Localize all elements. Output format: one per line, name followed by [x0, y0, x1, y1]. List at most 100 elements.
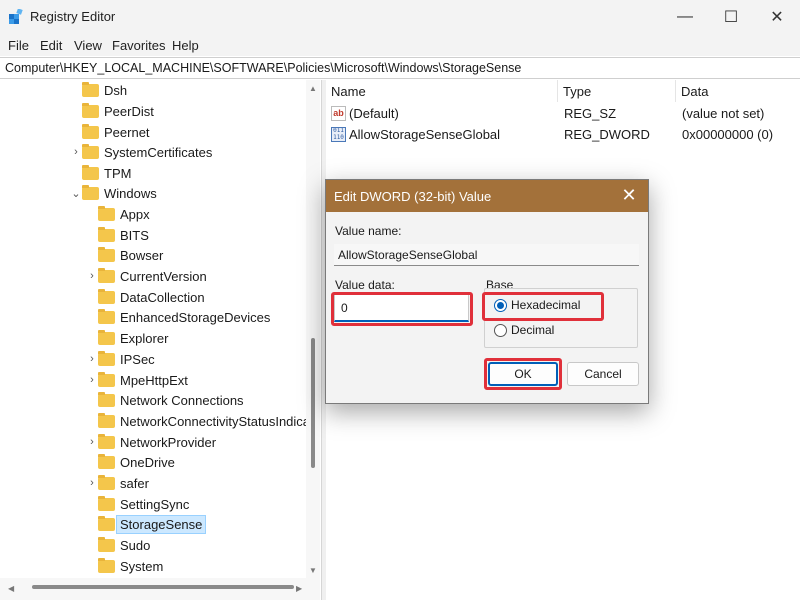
folder-open-icon	[82, 184, 99, 200]
folder-icon	[98, 474, 115, 490]
tree-item-sudo[interactable]: Sudo	[98, 535, 150, 555]
dialog-title: Edit DWORD (32-bit) Value	[334, 189, 492, 204]
column-header-type[interactable]: Type	[559, 80, 676, 102]
tree-item-peernet[interactable]: Peernet	[82, 122, 150, 142]
folder-icon	[98, 391, 115, 407]
folder-icon	[82, 102, 99, 118]
folder-icon	[98, 433, 115, 449]
tree-horizontal-scroll-thumb[interactable]	[32, 585, 294, 589]
tree-horizontal-scrollbar[interactable]	[0, 578, 320, 600]
tree-item-datacollection[interactable]: DataCollection	[98, 287, 205, 307]
chevron-right-icon[interactable]: ›	[86, 266, 98, 286]
tree-item-currentversion[interactable]: CurrentVersion	[98, 266, 207, 286]
scroll-left-icon[interactable]: ◀	[8, 584, 14, 593]
folder-icon	[98, 246, 115, 262]
scroll-right-icon[interactable]: ▶	[296, 584, 302, 593]
cancel-button[interactable]: Cancel	[567, 362, 639, 386]
tree-item-explorer[interactable]: Explorer	[98, 328, 168, 348]
value-name: (Default)	[349, 106, 399, 121]
minimize-icon: —	[677, 8, 693, 25]
folder-icon	[98, 329, 115, 345]
chevron-right-icon[interactable]: ›	[86, 473, 98, 493]
chevron-right-icon[interactable]: ›	[86, 432, 98, 452]
tree-vertical-scrollbar[interactable]	[306, 80, 320, 578]
highlight-box-hexadecimal	[482, 292, 604, 321]
tree-item-bits[interactable]: BITS	[98, 225, 149, 245]
chevron-down-icon[interactable]: ⌄	[70, 183, 82, 203]
close-icon: ✕	[770, 9, 784, 26]
folder-icon	[98, 371, 115, 387]
tree-item-dsh[interactable]: Dsh	[82, 80, 127, 100]
tree-item-appx[interactable]: Appx	[98, 204, 150, 224]
tree-item-enhancedstoragedevices[interactable]: EnhancedStorageDevices	[98, 307, 270, 327]
column-header-name[interactable]: Name	[327, 80, 558, 102]
menu-bar: File Edit View Favorites Help	[0, 34, 800, 56]
tree-item-windows[interactable]: Windows	[82, 183, 157, 203]
close-button[interactable]: ✕	[754, 0, 800, 34]
highlight-box-ok	[484, 358, 562, 390]
folder-icon	[82, 123, 99, 139]
folder-icon	[82, 81, 99, 97]
menu-favorites[interactable]: Favorites	[112, 38, 165, 53]
folder-icon	[98, 226, 115, 242]
chevron-right-icon[interactable]: ›	[86, 349, 98, 369]
value-name-label: Value name:	[335, 224, 402, 238]
tree-item-settingsync[interactable]: SettingSync	[98, 494, 189, 514]
value-data: (value not set)	[682, 106, 765, 121]
scroll-up-icon[interactable]: ▲	[309, 84, 317, 93]
binary-value-icon: 011 110	[331, 127, 346, 142]
minimize-button[interactable]: —	[662, 0, 708, 34]
tree-item-tpm[interactable]: TPM	[82, 163, 131, 183]
decimal-radio[interactable]: Decimal	[494, 323, 554, 337]
tree-item-ipsec[interactable]: IPSec	[98, 349, 155, 369]
tree-item-networkprovider[interactable]: NetworkProvider	[98, 432, 216, 452]
tree-item-system[interactable]: System	[98, 556, 163, 576]
window-title: Registry Editor	[30, 9, 116, 24]
value-data: 0x00000000 (0)	[682, 127, 774, 142]
folder-icon	[82, 143, 99, 159]
folder-icon	[98, 350, 115, 366]
address-bar[interactable]: Computer\HKEY_LOCAL_MACHINE\SOFTWARE\Pol…	[0, 57, 800, 79]
title-bar: Registry Editor — ☐ ✕	[0, 0, 800, 34]
chevron-right-icon[interactable]: ›	[70, 142, 82, 162]
tree-vertical-scroll-thumb[interactable]	[311, 338, 315, 468]
folder-icon	[98, 267, 115, 283]
folder-icon	[98, 557, 115, 573]
tree-item-storagesense[interactable]: StorageSense	[98, 514, 207, 534]
close-icon[interactable]: ✕	[618, 185, 640, 206]
value-type: REG_SZ	[564, 106, 617, 121]
list-item[interactable]: 011 110 AllowStorageSenseGlobal REG_DWOR…	[327, 125, 800, 145]
chevron-right-icon[interactable]: ›	[86, 370, 98, 390]
tree-item-systemcertificates[interactable]: SystemCertificates	[82, 142, 212, 162]
menu-file[interactable]: File	[8, 38, 29, 53]
edit-dword-dialog: Edit DWORD (32-bit) Value ✕ Value name: …	[325, 179, 649, 404]
folder-icon	[98, 495, 115, 511]
tree-item-mpehttpext[interactable]: MpeHttpExt	[98, 370, 188, 390]
menu-edit[interactable]: Edit	[40, 38, 62, 53]
folder-icon	[98, 515, 115, 531]
tree-item-networkconnectivitystatusindicator[interactable]: NetworkConnectivityStatusIndicator	[98, 411, 320, 431]
tree-item-network-connections[interactable]: Network Connections	[98, 390, 244, 410]
scroll-down-icon[interactable]: ▼	[309, 566, 317, 575]
value-data-label: Value data:	[335, 278, 395, 292]
value-name: AllowStorageSenseGlobal	[349, 127, 501, 142]
maximize-button[interactable]: ☐	[708, 0, 754, 34]
list-item[interactable]: ab (Default) REG_SZ (value not set)	[327, 104, 800, 124]
key-tree: Dsh PeerDist Peernet › SystemCertificate…	[0, 80, 320, 600]
folder-icon	[98, 205, 115, 221]
maximize-icon: ☐	[723, 9, 739, 26]
radio-unselected-icon	[494, 323, 507, 337]
decimal-label: Decimal	[511, 323, 555, 337]
folder-icon	[98, 453, 115, 469]
registry-editor-icon	[9, 9, 23, 24]
tree-item-bowser[interactable]: Bowser	[98, 245, 163, 265]
folder-icon	[98, 288, 115, 304]
column-header-data[interactable]: Data	[677, 80, 800, 102]
folder-icon	[98, 412, 115, 428]
menu-help[interactable]: Help	[172, 38, 199, 53]
tree-item-peerdist[interactable]: PeerDist	[82, 101, 154, 121]
menu-view[interactable]: View	[74, 38, 102, 53]
string-value-icon: ab	[331, 106, 346, 121]
tree-item-safer[interactable]: safer	[98, 473, 149, 493]
tree-item-onedrive[interactable]: OneDrive	[98, 452, 175, 472]
